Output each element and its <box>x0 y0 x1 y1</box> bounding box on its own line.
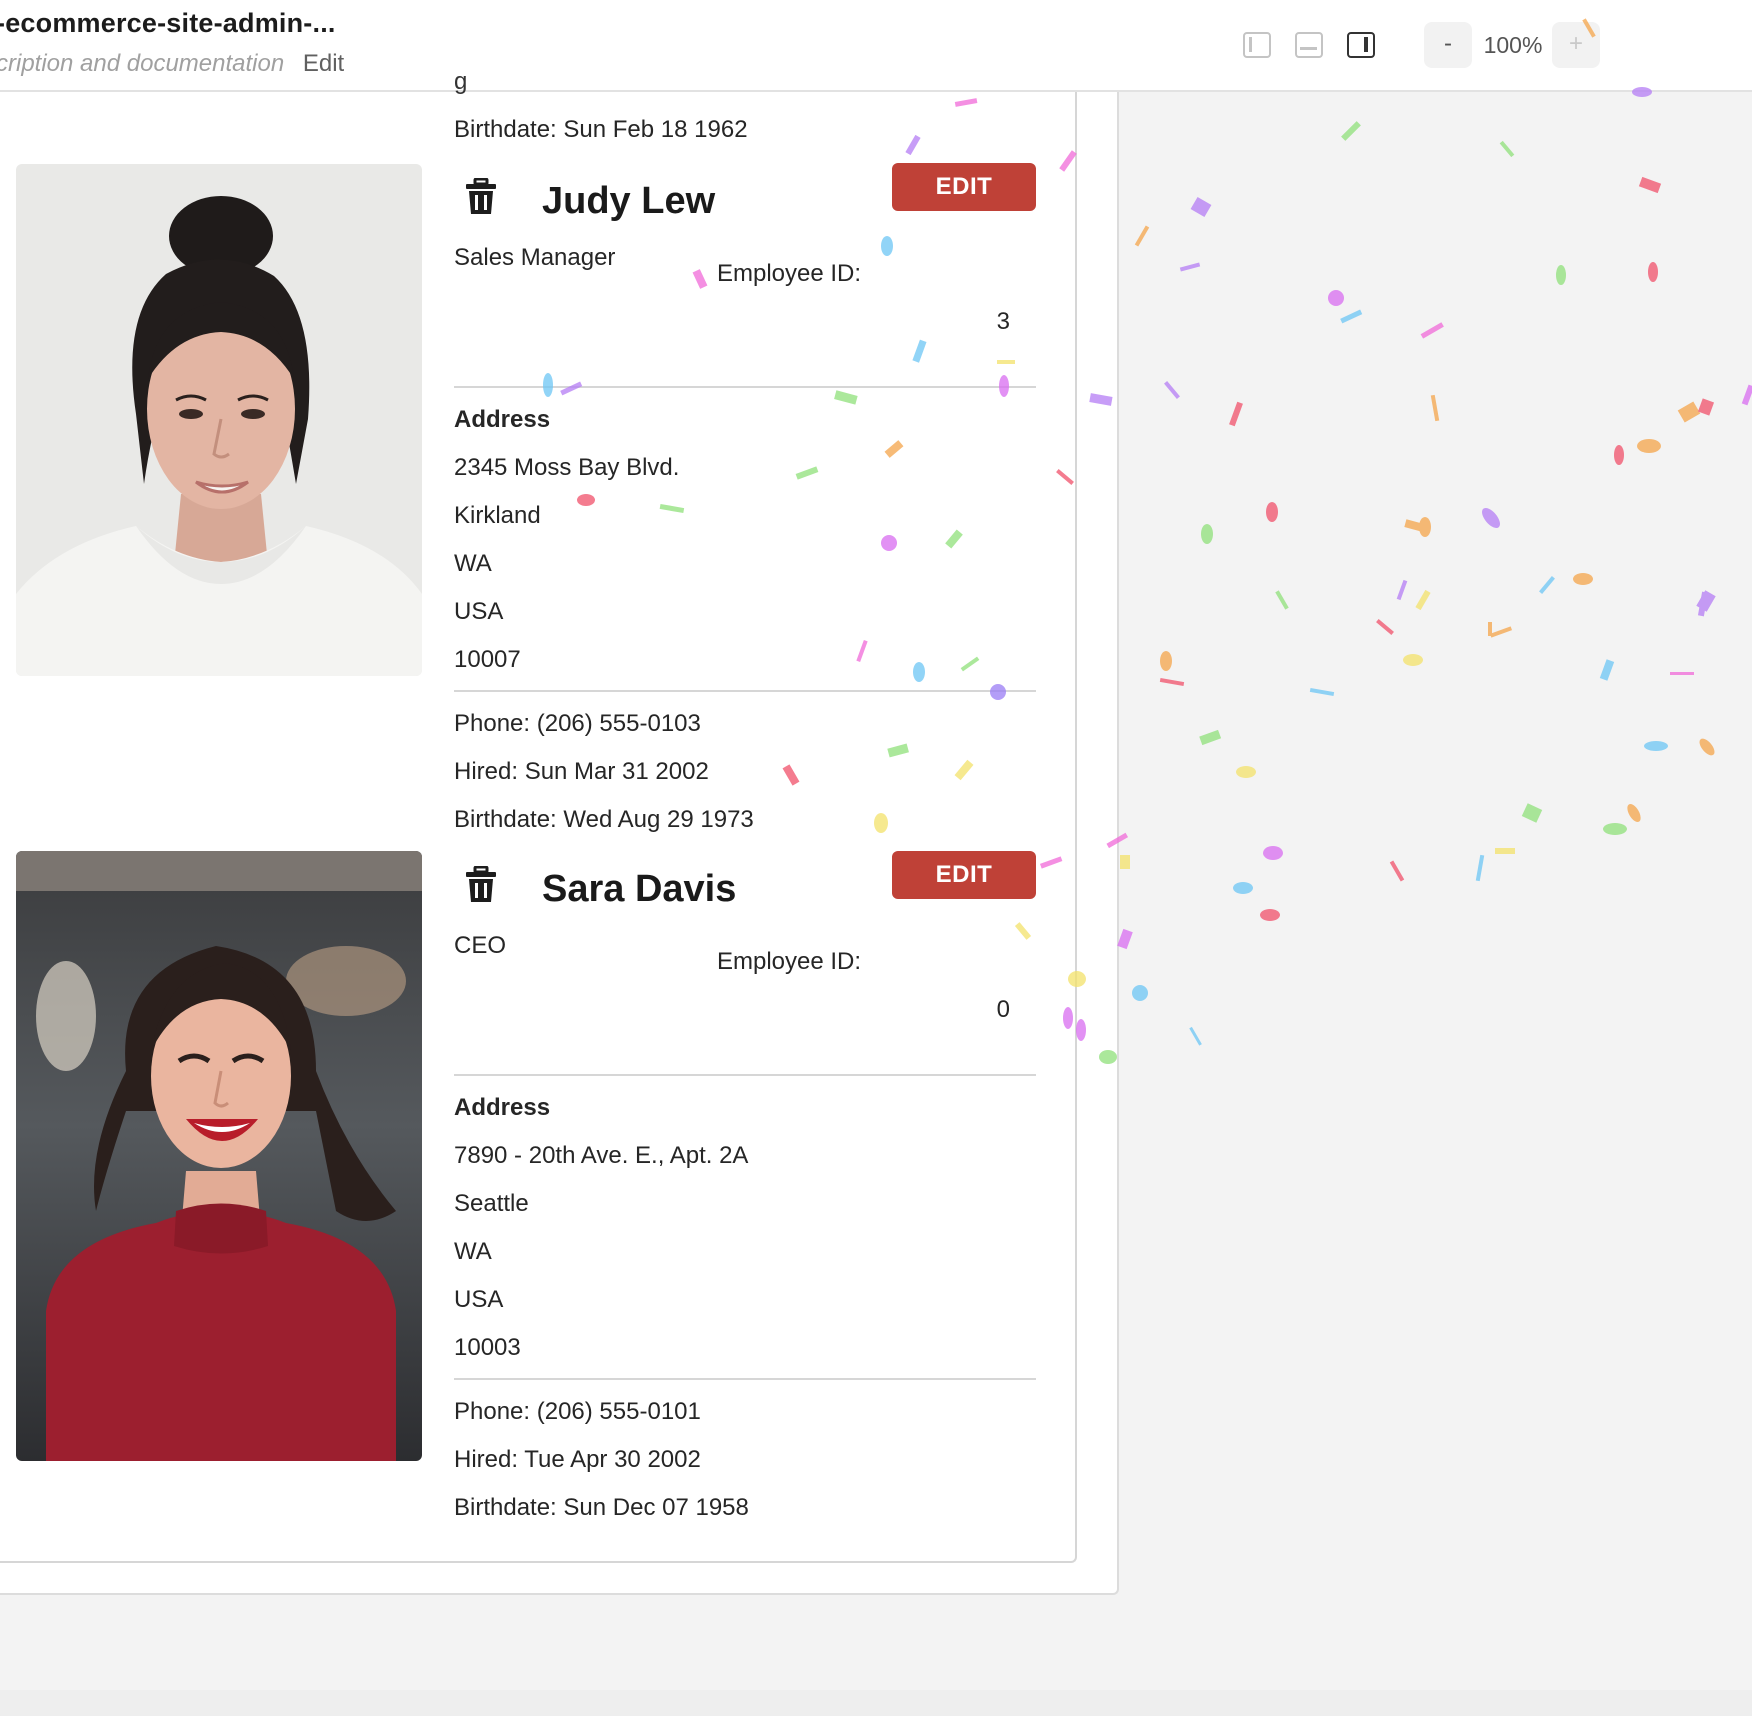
divider <box>454 1074 1036 1076</box>
edit-button[interactable]: EDIT <box>892 163 1036 211</box>
employee-phone: Phone: (206) 555-0103 <box>454 710 701 737</box>
previous-birthdate: Birthdate: Sun Feb 18 1962 <box>454 116 748 143</box>
employee-id-value: 3 <box>996 308 1010 335</box>
employee-title: CEO <box>454 932 507 959</box>
employee-photo <box>16 164 422 676</box>
trash-icon[interactable] <box>464 866 498 904</box>
cut-off-text: g <box>454 68 468 95</box>
address-country: USA <box>454 598 504 625</box>
layout-left-panel-button[interactable] <box>1243 32 1271 58</box>
employee-birthdate: Birthdate: Sun Dec 07 1958 <box>454 1494 749 1521</box>
employee-title: Sales Manager <box>454 244 616 271</box>
address-heading: Address <box>454 1094 551 1121</box>
edit-button[interactable]: EDIT <box>892 851 1036 899</box>
address-region: WA <box>454 1238 492 1265</box>
employee-name: Judy Lew <box>542 180 716 222</box>
employee-list: g Birthdate: Sun Feb 18 1962 Judy Lew ED… <box>0 68 1077 1563</box>
description-placeholder[interactable]: cription and documentation <box>0 50 284 77</box>
address-postal: 10003 <box>454 1334 521 1361</box>
employee-birthdate: Birthdate: Wed Aug 29 1973 <box>454 806 754 833</box>
layout-right-panel-button[interactable] <box>1347 32 1375 58</box>
divider <box>454 386 1036 388</box>
trash-icon[interactable] <box>464 178 498 216</box>
address-region: WA <box>454 550 492 577</box>
address-street: 7890 - 20th Ave. E., Apt. 2A <box>454 1142 749 1169</box>
address-heading: Address <box>454 406 551 433</box>
divider <box>454 1378 1036 1380</box>
employee-photo <box>16 851 422 1461</box>
employee-name: Sara Davis <box>542 868 737 910</box>
employee-id-label: Employee ID: <box>717 948 862 975</box>
panel-bottom-icon <box>1300 47 1317 50</box>
zoom-out-button[interactable]: - <box>1424 22 1472 68</box>
zoom-in-button[interactable]: + <box>1552 22 1600 68</box>
employee-hired: Hired: Tue Apr 30 2002 <box>454 1446 701 1473</box>
address-country: USA <box>454 1286 504 1313</box>
address-postal: 10007 <box>454 646 521 673</box>
panel-right-icon <box>1364 37 1368 52</box>
address-city: Seattle <box>454 1190 529 1217</box>
preview-frame: g Birthdate: Sun Feb 18 1962 Judy Lew ED… <box>0 68 1119 1595</box>
zoom-level: 100% <box>1483 32 1543 58</box>
project-description: cription and documentation Edit <box>0 50 344 78</box>
address-city: Kirkland <box>454 502 541 529</box>
edit-description-link[interactable]: Edit <box>303 50 344 77</box>
employee-hired: Hired: Sun Mar 31 2002 <box>454 758 709 785</box>
zoom-control: - 100% + <box>1424 22 1600 68</box>
employee-id-label: Employee ID: <box>717 260 862 287</box>
address-street: 2345 Moss Bay Blvd. <box>454 454 680 481</box>
employee-id-value: 0 <box>996 996 1010 1023</box>
divider <box>454 690 1036 692</box>
employee-phone: Phone: (206) 555-0101 <box>454 1398 701 1425</box>
layout-bottom-panel-button[interactable] <box>1295 32 1323 58</box>
panel-left-icon <box>1249 37 1252 52</box>
top-bar: -ecommerce-site-admin-... cription and d… <box>0 0 1752 92</box>
bottom-strip <box>0 1690 1752 1716</box>
project-title[interactable]: -ecommerce-site-admin-... <box>0 8 336 39</box>
